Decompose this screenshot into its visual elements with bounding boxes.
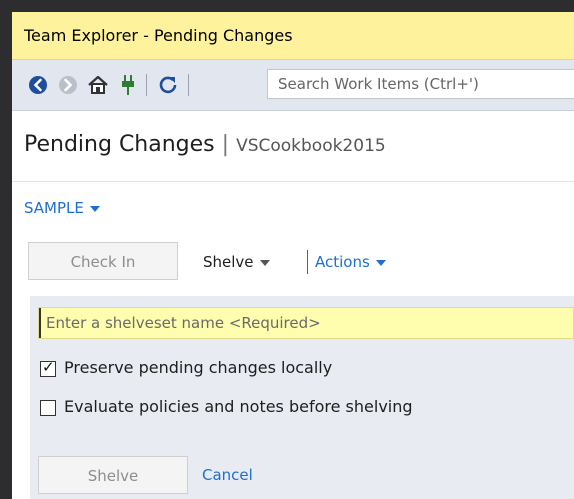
checkmark-icon: ✓	[42, 357, 55, 376]
window-frame: Team Explorer - Pending Changes Search W…	[0, 0, 574, 499]
chevron-down-icon	[89, 205, 100, 212]
shelveset-name-input[interactable]	[39, 308, 566, 338]
back-arrow-icon[interactable]	[26, 73, 50, 97]
title-bar: Team Explorer - Pending Changes	[12, 12, 574, 60]
toolbar-separator	[188, 74, 189, 96]
preserve-changes-label: Preserve pending changes locally	[64, 358, 333, 377]
search-box[interactable]	[267, 69, 574, 99]
plug-icon[interactable]	[116, 73, 140, 97]
refresh-icon[interactable]	[156, 73, 180, 97]
chevron-down-icon	[259, 259, 270, 266]
toolbar	[12, 60, 574, 111]
toolbar-separator	[146, 74, 147, 96]
shelve-panel: ✓ Preserve pending changes locally Evalua…	[30, 296, 574, 499]
preserve-changes-option[interactable]: ✓ Preserve pending changes locally	[40, 358, 332, 377]
window-title: Team Explorer - Pending Changes	[24, 26, 293, 45]
team-explorer-panel: Team Explorer - Pending Changes Search W…	[12, 12, 574, 499]
project-name: VSCookbook2015	[236, 136, 386, 156]
cancel-link[interactable]: Cancel	[202, 466, 253, 484]
evaluate-policies-checkbox[interactable]	[40, 399, 56, 416]
search-input[interactable]	[268, 70, 574, 98]
home-icon[interactable]	[86, 73, 110, 97]
page-title: Pending Changes | VSCookbook2015	[24, 132, 386, 157]
actions-menu-label: Actions	[315, 253, 370, 271]
page-title-text: Pending Changes	[24, 132, 215, 157]
preserve-changes-checkbox[interactable]: ✓	[40, 357, 56, 377]
actions-menu[interactable]: Actions	[315, 253, 386, 271]
check-in-button[interactable]: Check In	[28, 242, 178, 280]
evaluate-policies-option[interactable]: Evaluate policies and notes before shelv…	[40, 397, 413, 416]
shelve-button[interactable]: Shelve	[38, 456, 188, 494]
workspace-dropdown[interactable]: SAMPLE	[24, 199, 100, 217]
header-divider	[12, 181, 574, 182]
actions-separator	[307, 250, 308, 274]
shelve-menu-label: Shelve	[203, 253, 254, 271]
shelve-menu[interactable]: Shelve	[203, 253, 270, 271]
title-separator: |	[221, 132, 230, 157]
evaluate-policies-label: Evaluate policies and notes before shelv…	[64, 397, 413, 416]
forward-arrow-icon[interactable]	[56, 73, 80, 97]
shelveset-name-box[interactable]	[38, 307, 574, 339]
workspace-label: SAMPLE	[24, 199, 84, 217]
chevron-down-icon	[375, 259, 386, 266]
